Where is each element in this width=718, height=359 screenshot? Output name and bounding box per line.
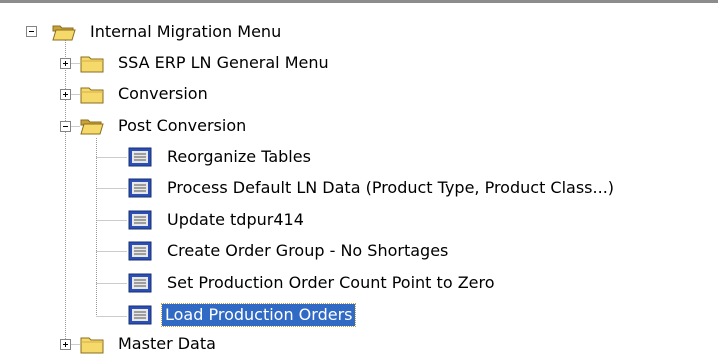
folder-open-icon	[52, 25, 76, 41]
tree-item-update-tdpur414[interactable]: Update tdpur414	[164, 209, 307, 231]
menu-tree: Internal Migration Menu SSA ERP LN Gener…	[0, 0, 718, 359]
tree-item-reorganize-tables[interactable]: Reorganize Tables	[164, 146, 314, 168]
master-data-expand-toggle[interactable]	[60, 339, 71, 350]
tree-node-label-root[interactable]: Internal Migration Menu	[87, 21, 284, 43]
conversion-expand-toggle[interactable]	[60, 89, 71, 100]
ssa-erp-expand-toggle[interactable]	[60, 58, 71, 69]
tree-node-label-ssa-erp[interactable]: SSA ERP LN General Menu	[115, 52, 332, 74]
session-icon	[128, 178, 152, 198]
session-icon	[128, 305, 152, 325]
session-icon	[128, 241, 152, 261]
post-conversion-collapse-toggle[interactable]	[60, 121, 71, 132]
session-icon	[128, 210, 152, 230]
tree-item-process-default-ln-data[interactable]: Process Default LN Data (Product Type, P…	[164, 177, 617, 199]
tree-node-label-master-data[interactable]: Master Data	[115, 333, 219, 355]
folder-closed-icon	[80, 337, 104, 354]
session-icon	[128, 273, 152, 293]
tree-item-create-order-group[interactable]: Create Order Group - No Shortages	[164, 240, 451, 262]
folder-closed-icon	[80, 87, 104, 104]
tree-item-set-production-order-count-point[interactable]: Set Production Order Count Point to Zero	[164, 272, 498, 294]
tree-node-label-conversion[interactable]: Conversion	[115, 83, 211, 105]
session-icon	[128, 147, 152, 167]
root-collapse-toggle[interactable]	[26, 26, 37, 37]
tree-node-label-post-conversion[interactable]: Post Conversion	[115, 115, 249, 137]
folder-closed-icon	[80, 56, 104, 73]
folder-open-icon	[80, 119, 104, 135]
tree-item-load-production-orders[interactable]: Load Production Orders	[160, 303, 357, 327]
